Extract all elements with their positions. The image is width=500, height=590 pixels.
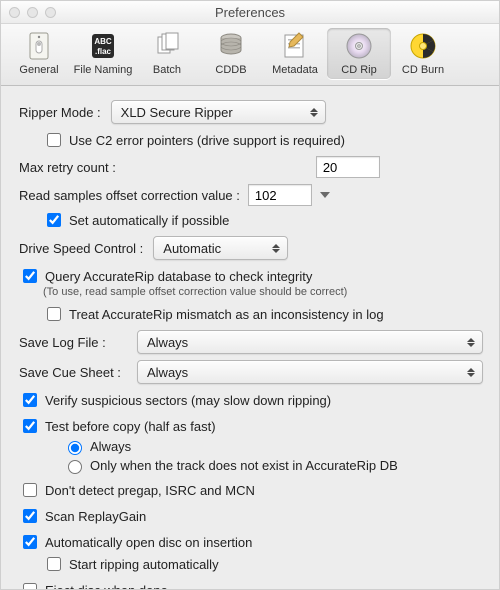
tab-cd-burn[interactable]: CD Burn xyxy=(391,28,455,79)
checkbox-label: Eject disc when done xyxy=(45,583,168,590)
checkbox-label: Treat AccurateRip mismatch as an inconsi… xyxy=(69,307,384,322)
ripper-mode-label: Ripper Mode : xyxy=(19,105,101,120)
tab-label: CDDB xyxy=(215,64,246,76)
cd-rip-icon xyxy=(342,30,376,62)
checkbox-label: Don't detect pregap, ISRC and MCN xyxy=(45,483,255,498)
tab-cd-rip[interactable]: CD Rip xyxy=(327,28,391,79)
general-icon xyxy=(22,30,56,62)
treat-mismatch-checkbox[interactable]: Treat AccurateRip mismatch as an inconsi… xyxy=(43,304,384,324)
drive-speed-label: Drive Speed Control : xyxy=(19,241,143,256)
save-cue-select[interactable]: Always xyxy=(137,360,483,384)
window-title: Preferences xyxy=(1,5,499,20)
tab-metadata[interactable]: Metadata xyxy=(263,28,327,79)
save-cue-label: Save Cue Sheet : xyxy=(19,365,137,380)
preferences-window: Preferences General ABC.flac File Naming… xyxy=(0,0,500,590)
tab-label: General xyxy=(19,64,58,76)
tab-batch[interactable]: Batch xyxy=(135,28,199,79)
window-titlebar: Preferences xyxy=(1,1,499,24)
select-value: Always xyxy=(147,365,188,380)
start-ripping-checkbox[interactable]: Start ripping automatically xyxy=(43,554,219,574)
tab-label: Batch xyxy=(153,64,181,76)
offset-correction-input[interactable] xyxy=(248,184,312,206)
tab-file-naming[interactable]: ABC.flac File Naming xyxy=(71,28,135,79)
max-retry-input[interactable] xyxy=(316,156,380,178)
chevron-updown-icon xyxy=(269,244,283,253)
cddb-icon xyxy=(214,30,248,62)
checkbox-label: Use C2 error pointers (drive support is … xyxy=(69,133,345,148)
checkbox-label: Query AccurateRip database to check inte… xyxy=(45,269,312,284)
tab-cddb[interactable]: CDDB xyxy=(199,28,263,79)
chevron-updown-icon xyxy=(464,338,478,347)
test-before-copy-checkbox[interactable]: Test before copy (half as fast) xyxy=(19,416,216,436)
tab-label: Metadata xyxy=(272,64,318,76)
select-value: XLD Secure Ripper xyxy=(121,105,233,120)
chevron-updown-icon xyxy=(307,108,321,117)
batch-icon xyxy=(150,30,184,62)
chevron-updown-icon xyxy=(464,368,478,377)
offset-correction-label: Read samples offset correction value : xyxy=(19,188,240,203)
save-log-select[interactable]: Always xyxy=(137,330,483,354)
drive-speed-select[interactable]: Automatic xyxy=(153,236,288,260)
tab-general[interactable]: General xyxy=(7,28,71,79)
auto-offset-checkbox[interactable]: Set automatically if possible xyxy=(43,210,229,230)
verify-suspicious-checkbox[interactable]: Verify suspicious sectors (may slow down… xyxy=(19,390,331,410)
dont-detect-checkbox[interactable]: Don't detect pregap, ISRC and MCN xyxy=(19,480,255,500)
use-c2-checkbox[interactable]: Use C2 error pointers (drive support is … xyxy=(43,130,345,150)
test-when-notindb-radio[interactable] xyxy=(68,460,82,474)
checkbox-label: Automatically open disc on insertion xyxy=(45,535,252,550)
dropdown-triangle-icon[interactable] xyxy=(320,192,330,198)
checkbox-label: Start ripping automatically xyxy=(69,557,219,572)
file-naming-icon: ABC.flac xyxy=(86,30,120,62)
checkbox-label: Verify suspicious sectors (may slow down… xyxy=(45,393,331,408)
accuraterip-hint: (To use, read sample offset correction v… xyxy=(19,286,483,298)
checkbox-label: Set automatically if possible xyxy=(69,213,229,228)
save-log-label: Save Log File : xyxy=(19,335,137,350)
scan-replaygain-checkbox[interactable]: Scan ReplayGain xyxy=(19,506,146,526)
ripper-mode-select[interactable]: XLD Secure Ripper xyxy=(111,100,326,124)
radio-label: Only when the track does not exist in Ac… xyxy=(90,458,398,473)
preferences-body: Ripper Mode : XLD Secure Ripper Use C2 e… xyxy=(1,86,499,589)
preferences-toolbar: General ABC.flac File Naming Batch CDDB … xyxy=(1,24,499,86)
max-retry-label: Max retry count : xyxy=(19,160,116,175)
checkbox-label: Scan ReplayGain xyxy=(45,509,146,524)
tab-label: CD Burn xyxy=(402,64,444,76)
eject-disc-checkbox[interactable]: Eject disc when done xyxy=(19,580,168,589)
checkbox-label: Test before copy (half as fast) xyxy=(45,419,216,434)
select-value: Always xyxy=(147,335,188,350)
auto-open-disc-checkbox[interactable]: Automatically open disc on insertion xyxy=(19,532,252,552)
radio-label: Always xyxy=(90,439,131,454)
svg-text:.flac: .flac xyxy=(95,47,112,56)
test-when-always-radio[interactable] xyxy=(68,441,82,455)
cd-burn-icon xyxy=(406,30,440,62)
metadata-icon xyxy=(278,30,312,62)
tab-label: CD Rip xyxy=(341,64,376,76)
query-accuraterip-checkbox[interactable]: Query AccurateRip database to check inte… xyxy=(19,266,312,286)
select-value: Automatic xyxy=(163,241,221,256)
tab-label: File Naming xyxy=(74,64,133,76)
svg-text:ABC: ABC xyxy=(94,37,112,46)
